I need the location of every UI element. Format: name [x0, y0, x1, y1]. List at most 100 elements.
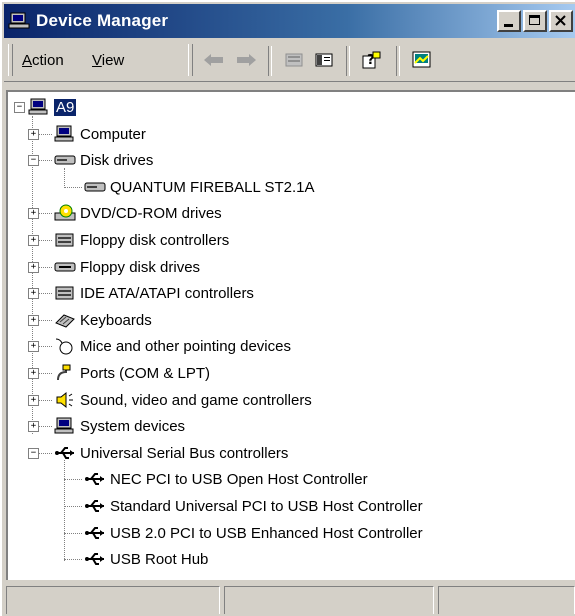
expand-toggle[interactable]: +: [28, 315, 39, 326]
menu-action-label: ction: [32, 52, 64, 69]
tree-line: [38, 267, 52, 269]
expand-toggle[interactable]: +: [28, 368, 39, 379]
collapse-toggle[interactable]: −: [28, 448, 39, 459]
tree-category[interactable]: Keyboards: [54, 307, 152, 333]
floppy-drive-icon: [54, 258, 76, 276]
back-button[interactable]: [200, 48, 228, 72]
tree-category-label: Floppy disk controllers: [80, 231, 230, 249]
menu-grip[interactable]: [8, 44, 13, 76]
tree-line: [64, 533, 82, 535]
tree-line: [38, 373, 52, 375]
expand-toggle[interactable]: +: [28, 288, 39, 299]
expand-toggle[interactable]: +: [28, 208, 39, 219]
status-pane-2: [224, 586, 434, 614]
title-bar[interactable]: Device Manager: [4, 4, 575, 38]
window-title: Device Manager: [36, 11, 169, 30]
expand-toggle[interactable]: +: [28, 421, 39, 432]
maximize-button[interactable]: [523, 10, 547, 32]
tree-category[interactable]: Universal Serial Bus controllers: [54, 440, 288, 466]
tree-line: [38, 240, 52, 242]
tree-line: [64, 479, 82, 481]
menu-view-mnemonic: V: [92, 52, 102, 69]
expand-toggle[interactable]: +: [28, 395, 39, 406]
tree-category-label: DVD/CD-ROM drives: [80, 204, 222, 222]
expand-toggle[interactable]: +: [28, 341, 39, 352]
tree-category[interactable]: Floppy disk drives: [54, 254, 200, 280]
tree-device-label: NEC PCI to USB Open Host Controller: [110, 470, 368, 488]
maximize-icon: [529, 15, 540, 25]
tree-line: [64, 506, 82, 508]
keyboard-icon: [54, 311, 76, 329]
tree-device[interactable]: Standard Universal PCI to USB Host Contr…: [84, 493, 423, 519]
tree-device[interactable]: QUANTUM FIREBALL ST2.1A: [84, 174, 315, 200]
help-button[interactable]: ?: [358, 48, 386, 72]
tree-line: [38, 426, 52, 428]
device-tree[interactable]: − A9 + Computer − Disk drives QUANTUM FIREBA…: [6, 90, 575, 580]
toolbar-grip[interactable]: [188, 44, 193, 76]
tree-device[interactable]: NEC PCI to USB Open Host Controller: [84, 466, 368, 492]
tree-device-label: USB 2.0 PCI to USB Enhanced Host Control…: [110, 524, 423, 542]
expand-toggle[interactable]: +: [28, 235, 39, 246]
tree-device[interactable]: USB Root Hub: [84, 546, 208, 572]
menu-view-label: iew: [101, 52, 125, 69]
status-pane-3: [438, 586, 575, 614]
usb-icon: [84, 497, 106, 515]
tree-category[interactable]: Disk drives: [54, 147, 153, 173]
menu-toolbar: Action View ?: [4, 40, 575, 82]
forward-arrow-icon: [237, 54, 256, 66]
tree-device-label: QUANTUM FIREBALL ST2.1A: [110, 178, 315, 196]
tree-category-label: Computer: [80, 125, 146, 143]
tree-line: [38, 320, 52, 322]
menu-action[interactable]: Action: [22, 52, 64, 69]
tree-category[interactable]: Sound, video and game controllers: [54, 387, 312, 413]
tree-category-label: Keyboards: [80, 311, 152, 329]
usb-icon: [84, 524, 106, 542]
tree-line: [38, 400, 52, 402]
show-hide-tree-button[interactable]: [310, 48, 338, 72]
menu-view[interactable]: View: [92, 52, 124, 69]
tree-category-label: Mice and other pointing devices: [80, 337, 291, 355]
expand-toggle[interactable]: +: [28, 262, 39, 273]
up-level-button[interactable]: [280, 48, 308, 72]
tree-category[interactable]: Floppy disk controllers: [54, 227, 229, 253]
expand-toggle[interactable]: +: [28, 129, 39, 140]
tree-category-label: Universal Serial Bus controllers: [80, 444, 289, 462]
toolbar-separator: [268, 46, 272, 76]
root-node-label: A9: [54, 98, 77, 116]
back-arrow-icon: [204, 54, 223, 66]
controller-icon: [54, 231, 76, 249]
tree-category[interactable]: Ports (COM & LPT): [54, 360, 210, 386]
computer-icon: [28, 98, 50, 116]
close-icon: [555, 15, 566, 26]
cdrom-icon: [54, 204, 76, 222]
status-bar: [2, 584, 575, 616]
tree-root[interactable]: A9: [28, 94, 77, 120]
properties-button[interactable]: [408, 48, 436, 72]
toolbar-separator: [346, 46, 350, 76]
tree-line: [64, 460, 66, 561]
computer-icon: [54, 417, 76, 435]
device-manager-window: Device Manager Action View ? − A9 + Comp…: [0, 0, 575, 616]
tree-category[interactable]: Mice and other pointing devices: [54, 333, 291, 359]
minimize-button[interactable]: [497, 10, 521, 32]
tree-device[interactable]: USB 2.0 PCI to USB Enhanced Host Control…: [84, 520, 423, 546]
tree-category-label: System devices: [80, 417, 186, 435]
tree-line: [38, 160, 52, 162]
close-button[interactable]: [549, 10, 573, 32]
usb-icon: [84, 550, 106, 568]
tree-line: [38, 346, 52, 348]
forward-button[interactable]: [232, 48, 260, 72]
tree-category[interactable]: DVD/CD-ROM drives: [54, 200, 222, 226]
tree-line: [64, 168, 66, 188]
show-hide-tree-icon: [315, 53, 333, 67]
collapse-toggle[interactable]: −: [28, 155, 39, 166]
computer-icon: [54, 125, 76, 143]
tree-category[interactable]: Computer: [54, 121, 146, 147]
root-collapse-toggle[interactable]: −: [14, 102, 25, 113]
tree-category[interactable]: System devices: [54, 413, 185, 439]
tree-line: [38, 453, 52, 455]
tree-category-label: Ports (COM & LPT): [80, 364, 211, 382]
mouse-icon: [54, 337, 76, 355]
tree-category[interactable]: IDE ATA/ATAPI controllers: [54, 280, 254, 306]
tree-category-label: Floppy disk drives: [80, 258, 201, 276]
